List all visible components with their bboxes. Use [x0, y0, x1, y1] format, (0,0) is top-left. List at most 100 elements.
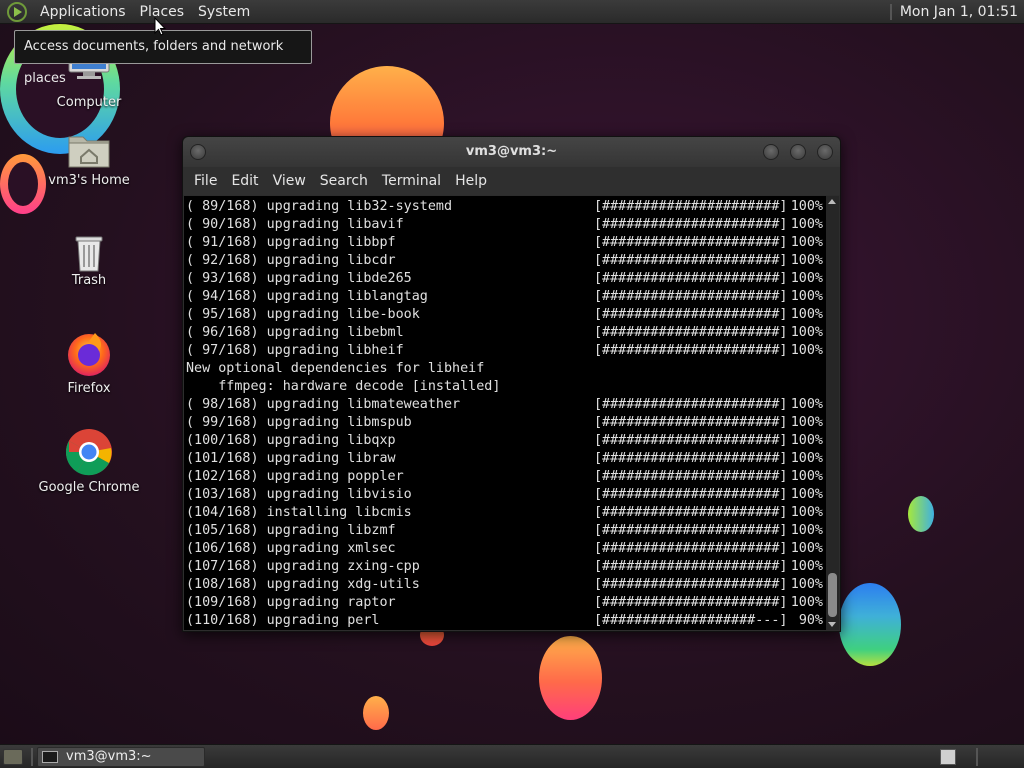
desktop-icon-chrome[interactable]: Google Chrome — [29, 428, 149, 495]
terminal-line-text: ( 97/168) upgrading libheif — [186, 343, 404, 358]
terminal-line-text: (106/168) upgrading xmlsec — [186, 541, 396, 556]
progress-percent: 100% — [790, 397, 823, 412]
maximize-button[interactable] — [790, 144, 806, 160]
progress-percent: 100% — [790, 433, 823, 448]
progress-bar-text: [######################] — [594, 487, 788, 502]
progress-bar-text: [######################] — [594, 559, 788, 574]
progress-bar-text: [######################] — [594, 325, 788, 340]
clock-area: Mon Jan 1, 01:51 — [889, 0, 1024, 24]
progress-bar-text: [######################] — [594, 199, 788, 214]
window-title-bar[interactable]: vm3@vm3:~ — [183, 137, 840, 167]
terminal-line: (105/168) upgrading libzmf [#############… — [186, 522, 827, 540]
menu-search[interactable]: Search — [313, 167, 375, 195]
scrollbar-thumb[interactable] — [828, 573, 837, 617]
progress-bar-text: [######################] — [594, 289, 788, 304]
terminal-line: (106/168) upgrading xmlsec [#############… — [186, 540, 827, 558]
progress-percent: 100% — [790, 271, 823, 286]
progress-percent: 100% — [790, 523, 823, 538]
terminal-line-text: ( 89/168) upgrading lib32-systemd — [186, 199, 453, 214]
terminal-line-text: ( 90/168) upgrading libavif — [186, 217, 404, 232]
panel-separator — [31, 747, 33, 766]
progress-percent: 100% — [790, 217, 823, 232]
taskbar-item-terminal[interactable]: vm3@vm3:~ — [37, 746, 205, 767]
terminal-line-text: ( 93/168) upgrading libde265 — [186, 271, 412, 286]
desktop-icon-label: Google Chrome — [38, 480, 140, 495]
progress-bar-text: [######################] — [594, 217, 788, 232]
progress-bar-text: [######################] — [594, 433, 788, 448]
menu-system[interactable]: System — [191, 0, 257, 24]
terminal-line: ( 98/168) upgrading libmateweather [#####… — [186, 396, 827, 414]
progress-percent: 100% — [790, 577, 823, 592]
terminal-line-text: (105/168) upgrading libzmf — [186, 523, 396, 538]
progress-percent: 100% — [790, 415, 823, 430]
home-folder-icon — [65, 131, 113, 179]
clock[interactable]: Mon Jan 1, 01:51 — [900, 4, 1024, 20]
menu-file[interactable]: File — [187, 167, 224, 195]
terminal-line: ffmpeg: hardware decode [installed] — [186, 378, 827, 396]
scroll-down-arrow-icon[interactable] — [828, 622, 836, 627]
desktop-icon-home[interactable]: vm3's Home — [29, 131, 149, 188]
terminal-icon — [42, 750, 58, 763]
window-title: vm3@vm3:~ — [465, 144, 558, 159]
progress-bar-text: [######################] — [594, 415, 788, 430]
progress-percent: 100% — [790, 289, 823, 304]
progress-bar-text: [######################] — [594, 595, 788, 610]
terminal-line-text: ( 92/168) upgrading libcdr — [186, 253, 396, 268]
terminal-line-text: (108/168) upgrading xdg-utils — [186, 577, 420, 592]
menu-edit[interactable]: Edit — [224, 167, 265, 195]
terminal-line: (102/168) upgrading poppler [############… — [186, 468, 827, 486]
progress-percent: 100% — [790, 451, 823, 466]
terminal-scrollbar[interactable] — [826, 196, 839, 630]
close-button[interactable] — [817, 144, 833, 160]
decor-orange-small-oval — [363, 696, 389, 730]
mate-logo-icon[interactable] — [7, 1, 27, 22]
scroll-up-arrow-icon[interactable] — [828, 199, 836, 204]
terminal-line-text: ( 94/168) upgrading liblangtag — [186, 289, 428, 304]
terminal-menu-bar: File Edit View Search Terminal Help — [183, 167, 840, 195]
terminal-line-text: ( 96/168) upgrading libebml — [186, 325, 404, 340]
terminal-line: (104/168) installing libcmis [###########… — [186, 504, 827, 522]
progress-bar-text: [######################] — [594, 271, 788, 286]
terminal-line: ( 94/168) upgrading liblangtag [#########… — [186, 288, 827, 306]
terminal-line-text: ( 98/168) upgrading libmateweather — [186, 397, 461, 412]
workspace-switcher[interactable] — [940, 748, 956, 765]
show-desktop-icon[interactable] — [3, 748, 23, 765]
terminal-line: (103/168) upgrading libvisio [###########… — [186, 486, 827, 504]
menu-applications[interactable]: Applications — [33, 0, 133, 24]
desktop-icon-trash[interactable]: Trash — [29, 231, 149, 288]
terminal-line-text: ( 95/168) upgrading libe-book — [186, 307, 420, 322]
terminal-line-text: ( 91/168) upgrading libbpf — [186, 235, 396, 250]
terminal-line: ( 92/168) upgrading libcdr [#############… — [186, 252, 827, 270]
progress-percent: 100% — [790, 325, 823, 340]
terminal-line: (108/168) upgrading xdg-utils [##########… — [186, 576, 827, 594]
decor-green-blue-oval — [908, 496, 934, 532]
minimize-button[interactable] — [763, 144, 779, 160]
terminal-line-text: New optional dependencies for libheif — [186, 361, 485, 376]
progress-percent: 100% — [790, 307, 823, 322]
terminal-line-text: (103/168) upgrading libvisio — [186, 487, 412, 502]
progress-bar-text: [######################] — [594, 343, 788, 358]
progress-bar-text: [######################] — [594, 541, 788, 556]
terminal-line-text: (109/168) upgrading raptor — [186, 595, 396, 610]
terminal-line: (109/168) upgrading raptor [#############… — [186, 594, 827, 612]
terminal-line-text: ffmpeg: hardware decode [installed] — [186, 379, 501, 394]
desktop-icon-firefox[interactable]: Firefox — [29, 329, 149, 396]
progress-bar-text: [######################] — [594, 451, 788, 466]
menu-terminal[interactable]: Terminal — [375, 167, 448, 195]
trash-can-icon — [65, 231, 113, 279]
terminal-lines: ( 89/168) upgrading lib32-systemd [######… — [184, 196, 827, 630]
terminal-window[interactable]: vm3@vm3:~ File Edit View Search Terminal… — [182, 136, 841, 632]
progress-bar-text: [######################] — [594, 469, 788, 484]
menu-view[interactable]: View — [266, 167, 313, 195]
progress-percent: 100% — [790, 487, 823, 502]
menu-help[interactable]: Help — [448, 167, 494, 195]
terminal-line: ( 99/168) upgrading libmspub [###########… — [186, 414, 827, 432]
terminal-output[interactable]: ( 89/168) upgrading lib32-systemd [######… — [184, 196, 827, 630]
window-menu-button[interactable] — [190, 144, 206, 160]
decor-blue-oval — [839, 583, 901, 666]
terminal-line-text: (110/168) upgrading perl — [186, 613, 380, 628]
terminal-line: ( 90/168) upgrading libavif [############… — [186, 216, 827, 234]
terminal-line: (110/168) upgrading perl [###############… — [186, 612, 827, 630]
progress-bar-text: [######################] — [594, 505, 788, 520]
progress-bar-text: [###################---] — [594, 613, 788, 628]
